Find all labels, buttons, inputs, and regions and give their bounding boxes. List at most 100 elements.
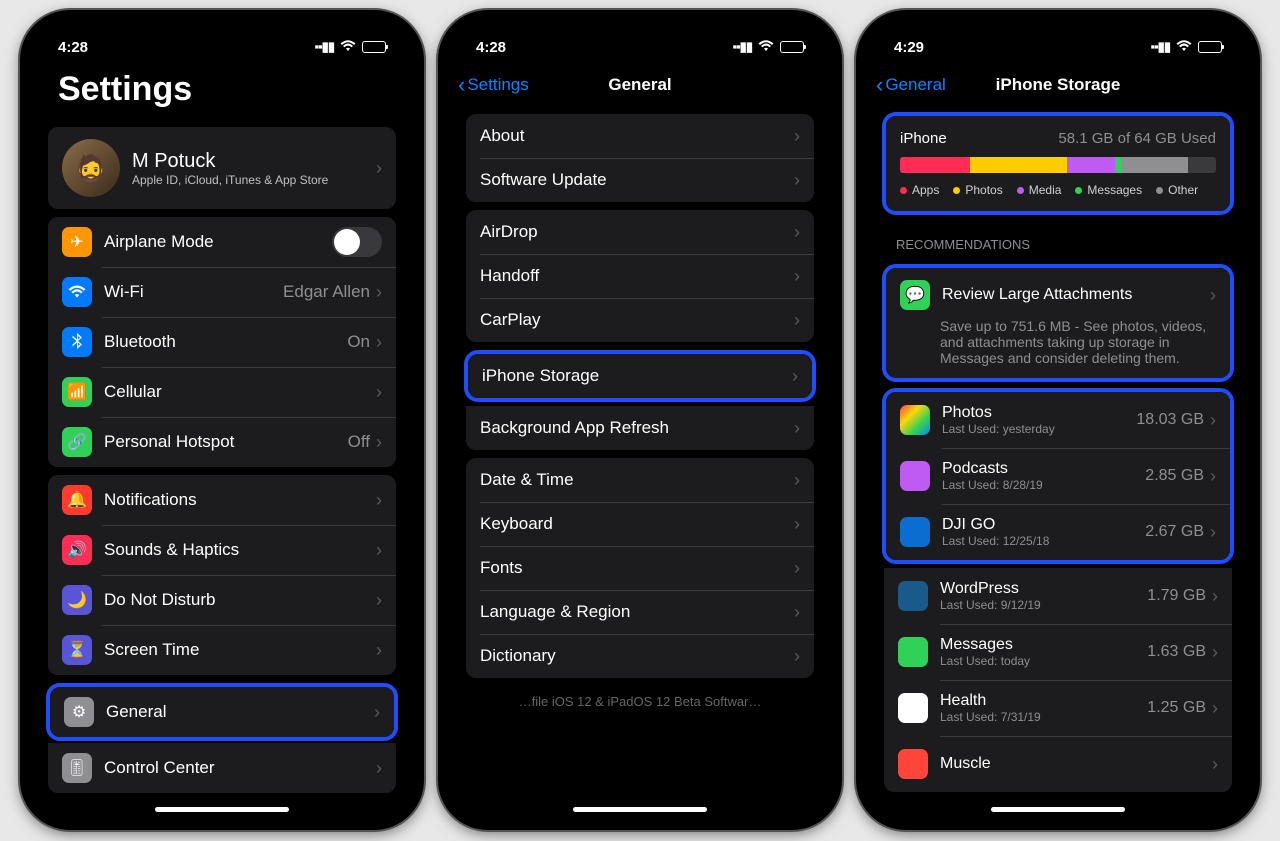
back-button[interactable]: ‹ Settings [458,74,529,96]
app-name: Health [940,692,1147,710]
wifi-icon [1176,39,1192,56]
row-detail: Off [348,432,370,452]
iphone-storage-row[interactable]: iPhone Storage› [468,354,812,398]
bluetooth-row[interactable]: Bluetooth On › [48,317,396,367]
apps-rest-group: WordPressLast Used: 9/12/191.79 GB›Messa… [884,568,1232,792]
chevron-right-icon: › [1210,285,1216,306]
back-label: General [885,75,945,95]
screen-settings: 4:28 ▪▪▮▮ Settings 🧔 M Potuck Apple ID, … [32,22,412,818]
phone-frame-storage: 4:29 ▪▪▮▮ ‹ General iPhone Storage iPhon… [856,10,1260,830]
app-icon [900,461,930,491]
storage-summary-card: iPhone 58.1 GB of 64 GB Used AppsPhotosM… [886,116,1230,211]
app-row-dji-go[interactable]: DJI GOLast Used: 12/25/182.67 GB› [886,504,1230,560]
bluetooth-icon [62,327,92,357]
recommendation-title: Review Large Attachments [942,286,1210,304]
legend-item: Apps [900,183,939,197]
gear-icon: ⚙︎ [64,697,94,727]
about-row[interactable]: About› [466,114,814,158]
app-row-photos[interactable]: PhotosLast Used: yesterday18.03 GB› [886,392,1230,448]
dictionary-row[interactable]: Dictionary› [466,634,814,678]
legend-item: Messages [1075,183,1142,197]
apple-id-name: M Potuck [132,150,376,173]
apps-top-group: PhotosLast Used: yesterday18.03 GB›Podca… [886,392,1230,560]
airplane-toggle[interactable] [332,227,382,257]
control-center-row[interactable]: 🎚 Control Center › [48,743,396,793]
airplane-icon: ✈︎ [62,227,92,257]
chevron-right-icon: › [374,702,380,723]
row-label: Screen Time [104,640,376,660]
chevron-left-icon: ‹ [876,74,883,96]
highlight-recommendation: 💬 Review Large Attachments › Save up to … [882,264,1234,382]
home-indicator[interactable] [991,807,1125,812]
app-sub: Last Used: 8/28/19 [942,478,1145,492]
handoff-row[interactable]: Handoff› [466,254,814,298]
app-size: 2.85 GB [1145,467,1204,485]
app-name: Podcasts [942,460,1145,478]
app-icon [898,637,928,667]
wifi-icon [340,39,356,56]
keyboard-row[interactable]: Keyboard› [466,502,814,546]
app-sub: Last Used: today [940,654,1147,668]
battery-icon [1198,41,1222,53]
row-label: Airplane Mode [104,232,332,252]
cellular-signal-icon: ▪▪▮▮ [732,39,752,55]
date-time-row[interactable]: Date & Time› [466,458,814,502]
airdrop-row[interactable]: AirDrop› [466,210,814,254]
apple-id-row[interactable]: 🧔 M Potuck Apple ID, iCloud, iTunes & Ap… [48,127,396,209]
dnd-row[interactable]: 🌙 Do Not Disturb › [48,575,396,625]
row-label: Bluetooth [104,332,347,352]
app-row-wordpress[interactable]: WordPressLast Used: 9/12/191.79 GB› [884,568,1232,624]
storage-content: iPhone 58.1 GB of 64 GB Used AppsPhotosM… [868,106,1248,818]
highlight-storage-summary: iPhone 58.1 GB of 64 GB Used AppsPhotosM… [882,112,1234,215]
used-label: 58.1 GB of 64 GB Used [1058,130,1216,147]
app-row-podcasts[interactable]: PodcastsLast Used: 8/28/192.85 GB› [886,448,1230,504]
highlight-iphone-storage: iPhone Storage› [464,350,816,402]
storage-legend: AppsPhotosMediaMessagesOther [900,183,1216,197]
chevron-right-icon: › [794,558,800,579]
back-button[interactable]: ‹ General [876,74,946,96]
notifications-row[interactable]: 🔔 Notifications › [48,475,396,525]
wifi-row[interactable]: Wi-Fi Edgar Allen › [48,267,396,317]
app-name: WordPress [940,580,1147,598]
recommendation-card[interactable]: 💬 Review Large Attachments › Save up to … [886,268,1230,378]
app-name: Messages [940,636,1147,654]
software-update-row[interactable]: Software Update› [466,158,814,202]
screentime-row[interactable]: ⏳ Screen Time › [48,625,396,675]
storage-segment-apps [900,157,970,173]
notch [555,22,725,50]
app-sub: Last Used: 12/25/18 [942,534,1145,548]
home-indicator[interactable] [155,807,289,812]
app-sub: Last Used: 9/12/19 [940,598,1147,612]
carplay-row[interactable]: CarPlay› [466,298,814,342]
chevron-right-icon: › [792,366,798,387]
app-row-messages[interactable]: MessagesLast Used: today1.63 GB› [884,624,1232,680]
cellular-row[interactable]: 📶 Cellular › [48,367,396,417]
chevron-right-icon: › [1212,586,1218,607]
storage-segment-other [1121,157,1187,173]
alerts-group: 🔔 Notifications › 🔊 Sounds & Haptics › 🌙… [48,475,396,675]
wifi-icon [758,39,774,56]
messages-icon: 💬 [900,280,930,310]
row-label: Control Center [104,758,376,778]
fonts-row[interactable]: Fonts› [466,546,814,590]
status-icons: ▪▪▮▮ [1150,39,1222,56]
language-row[interactable]: Language & Region› [466,590,814,634]
back-label: Settings [467,75,528,95]
sounds-row[interactable]: 🔊 Sounds & Haptics › [48,525,396,575]
sounds-icon: 🔊 [62,535,92,565]
hotspot-row[interactable]: 🔗 Personal Hotspot Off › [48,417,396,467]
app-row-health[interactable]: HealthLast Used: 7/31/191.25 GB› [884,680,1232,736]
screen-general: 4:28 ▪▪▮▮ ‹ Settings General About› Soft… [450,22,830,818]
storage-segment-photos [970,157,1068,173]
phone-frame-general: 4:28 ▪▪▮▮ ‹ Settings General About› Soft… [438,10,842,830]
app-row-muscle[interactable]: Muscle› [884,736,1232,792]
airplane-mode-row[interactable]: ✈︎ Airplane Mode [48,217,396,267]
legend-item: Photos [953,183,1002,197]
general-row[interactable]: ⚙︎ General › [50,687,394,737]
wifi-settings-icon [62,277,92,307]
home-indicator[interactable] [573,807,707,812]
chevron-right-icon: › [376,490,382,511]
storage-bar [900,157,1216,173]
background-refresh-row[interactable]: Background App Refresh› [466,406,814,450]
phone-frame-settings: 4:28 ▪▪▮▮ Settings 🧔 M Potuck Apple ID, … [20,10,424,830]
